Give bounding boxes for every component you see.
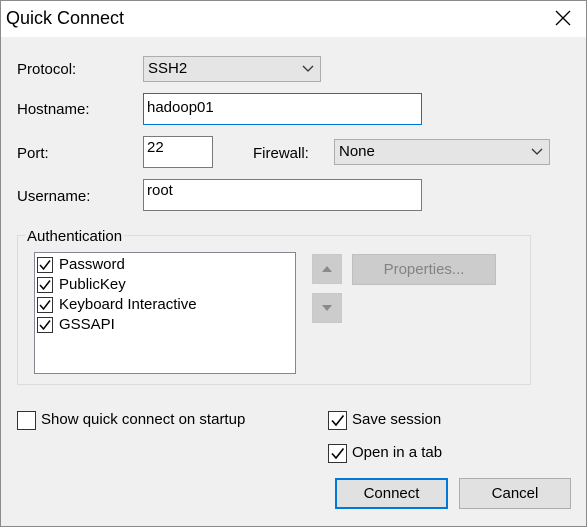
save-session-box[interactable] xyxy=(328,411,347,430)
password-checkbox[interactable] xyxy=(37,257,53,273)
firewall-select[interactable]: None xyxy=(334,139,550,165)
checkmark-icon xyxy=(39,300,51,311)
firewall-label: Firewall: xyxy=(253,145,309,162)
auth-method-label: Keyboard Interactive xyxy=(59,296,197,313)
port-value: 22 xyxy=(147,139,164,156)
close-icon xyxy=(555,10,571,26)
protocol-value: SSH2 xyxy=(148,60,188,77)
gssapi-checkbox[interactable] xyxy=(37,317,53,333)
close-button[interactable] xyxy=(540,1,586,37)
publickey-checkbox[interactable] xyxy=(37,277,53,293)
auth-method-label: GSSAPI xyxy=(59,316,115,333)
authentication-group-label: Authentication xyxy=(25,228,125,245)
keyboard-interactive-checkbox[interactable] xyxy=(37,297,53,313)
move-down-button[interactable] xyxy=(312,293,342,323)
checkmark-icon xyxy=(331,448,345,460)
username-value: root xyxy=(147,182,173,199)
triangle-up-icon xyxy=(322,266,332,272)
show-on-startup-box[interactable] xyxy=(17,411,36,430)
protocol-select[interactable]: SSH2 xyxy=(143,56,321,82)
hostname-field[interactable]: hadoop01 xyxy=(143,93,422,125)
protocol-label: Protocol: xyxy=(17,61,77,78)
move-up-button[interactable] xyxy=(312,254,342,284)
show-on-startup-label: Show quick connect on startup xyxy=(41,411,246,428)
cancel-button[interactable]: Cancel xyxy=(459,478,571,509)
hostname-value: hadoop01 xyxy=(147,99,214,116)
checkmark-icon xyxy=(331,415,345,427)
port-field[interactable]: 22 xyxy=(143,136,213,168)
quick-connect-dialog: Quick Connect Protocol: SSH2 Hostname: h… xyxy=(0,0,587,527)
checkmark-icon xyxy=(39,280,51,291)
hostname-label: Hostname: xyxy=(17,101,90,118)
auth-method-label: PublicKey xyxy=(59,276,126,293)
checkmark-icon xyxy=(39,320,51,331)
title-bar: Quick Connect xyxy=(1,1,586,37)
port-label: Port: xyxy=(17,145,49,162)
username-label: Username: xyxy=(17,188,91,205)
firewall-value: None xyxy=(339,143,375,160)
triangle-down-icon xyxy=(322,305,332,311)
properties-button[interactable]: Properties... xyxy=(352,254,496,285)
chevron-down-icon xyxy=(531,148,543,155)
window-title: Quick Connect xyxy=(6,8,125,28)
connect-button[interactable]: Connect xyxy=(335,478,448,509)
chevron-down-icon xyxy=(302,65,314,72)
open-in-tab-box[interactable] xyxy=(328,444,347,463)
username-field[interactable]: root xyxy=(143,179,422,211)
auth-method-label: Password xyxy=(59,256,125,273)
open-in-tab-label: Open in a tab xyxy=(352,444,443,461)
checkmark-icon xyxy=(39,260,51,271)
save-session-label: Save session xyxy=(352,411,442,428)
auth-methods-list[interactable]: Password PublicKey Keyboard Interactive … xyxy=(34,252,296,374)
